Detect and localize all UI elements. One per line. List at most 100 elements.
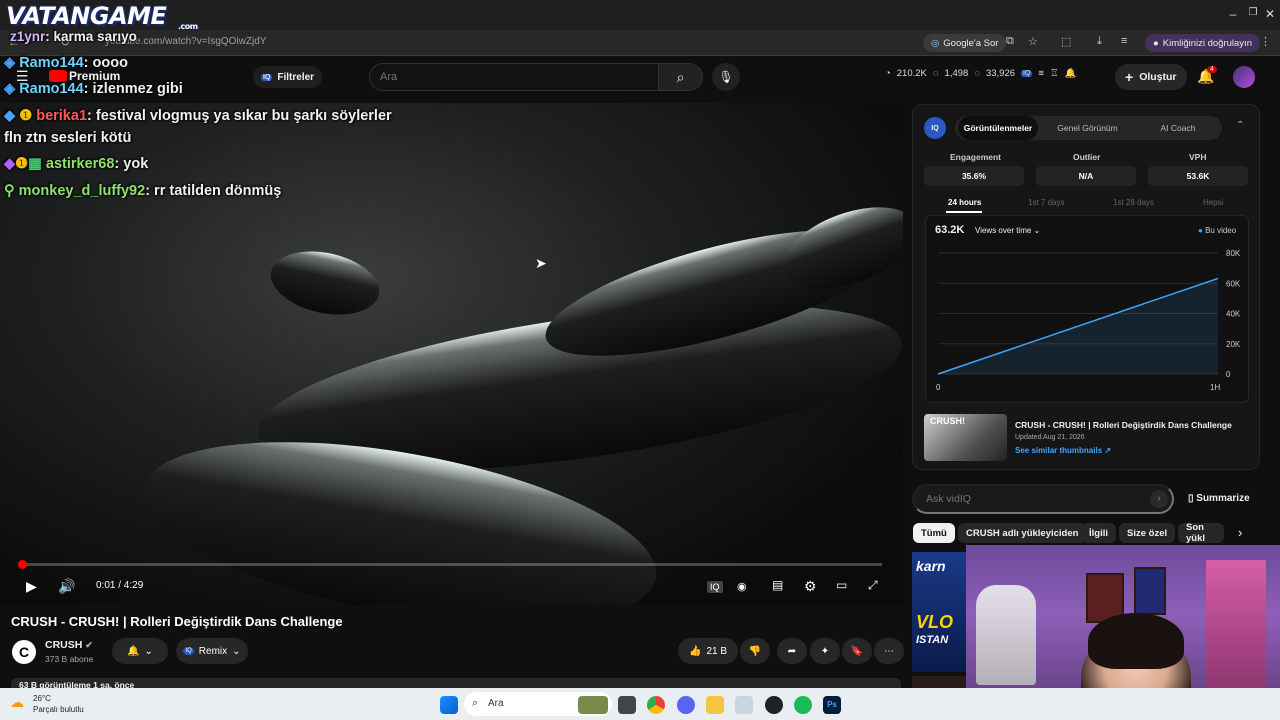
channel-avatar[interactable]: C	[12, 640, 36, 664]
dislike-button[interactable]: 👎	[740, 638, 770, 664]
collapse-chevron-icon[interactable]: ⌃	[1236, 120, 1244, 131]
filters-button[interactable]: IQ Filtreler	[253, 66, 323, 88]
views-chart: 63.2K Views over time ⌄ ● Bu video 80K 60…	[925, 215, 1249, 403]
tab-ai-coach[interactable]: AI Coach	[1138, 116, 1218, 140]
channel-name-row[interactable]: CRUSH ✔	[45, 639, 93, 651]
subscribed-bell-button[interactable]: 🔔 ⌄	[112, 638, 168, 664]
channel-name[interactable]: CRUSH	[45, 639, 82, 651]
install-icon[interactable]: ⧉	[1006, 35, 1014, 48]
hair-shape	[1088, 613, 1184, 669]
chip-recent[interactable]: Son yükl	[1178, 523, 1224, 543]
maximize-icon[interactable]: ❐	[1245, 7, 1261, 18]
progress-scrubber[interactable]	[18, 560, 27, 569]
create-button[interactable]: + Oluştur	[1115, 64, 1187, 90]
stat-likes: 33,926	[985, 68, 1016, 79]
chip-for-you[interactable]: Size özel	[1119, 523, 1176, 543]
range-24h[interactable]: 24 hours	[948, 198, 981, 207]
remix-button[interactable]: IQ Remix ⌄	[176, 638, 248, 664]
bell-small-icon[interactable]: 🔔	[1065, 68, 1077, 79]
app-icon[interactable]	[735, 696, 753, 714]
chat-message: : rr tatilden dönmüş	[145, 183, 282, 199]
chat-line: ◆❶▦ astirker68: yok	[4, 156, 148, 172]
weather-widget[interactable]: 26°C Parçalı bulutlu	[33, 693, 84, 715]
chat-message: : yok	[114, 156, 149, 172]
more-actions-button[interactable]: ⋯	[874, 638, 904, 664]
verify-identity-button[interactable]: ● Kimliğinizi doğrulayın	[1145, 34, 1260, 52]
chat-line: z1ynr: karma sarıyo	[10, 29, 137, 44]
google-ask-button[interactable]: ◎ Google'a Sor	[923, 34, 1007, 52]
share-button[interactable]: ➦	[777, 638, 807, 664]
taskbar-search-label: Ara	[488, 698, 504, 709]
gift-badge-icon: ❶	[19, 108, 37, 124]
settings-gear-icon[interactable]: ⚙	[804, 578, 817, 595]
theater-mode-icon[interactable]: ▭	[836, 578, 847, 592]
badge-icon: ◆	[4, 156, 16, 172]
voice-search-button[interactable]: 🎙	[712, 63, 740, 91]
extensions-icon[interactable]: ⬚	[1061, 35, 1071, 48]
chat-line: ◈ Ramo144: oooo	[4, 55, 128, 71]
remix-label: Remix	[198, 645, 228, 657]
video-player[interactable]	[0, 103, 903, 605]
range-28d[interactable]: 1st 28 days	[1113, 198, 1154, 207]
volume-icon[interactable]: 🔊	[58, 578, 75, 595]
save-button[interactable]: 🔖	[842, 638, 872, 664]
chip-from-uploader[interactable]: CRUSH adlı yükleyiciden	[958, 523, 1087, 543]
account-avatar[interactable]	[1233, 66, 1255, 88]
y-tick-label: 40K	[1226, 310, 1241, 319]
recommended-thumbnail-2[interactable]	[912, 676, 968, 688]
pause-toggle-icon[interactable]: ◉	[737, 580, 747, 593]
photoshop-icon[interactable]: Ps	[823, 696, 841, 714]
range-7d[interactable]: 1st 7 days	[1028, 198, 1064, 207]
like-button[interactable]: 👍 21 B	[678, 638, 738, 664]
minimize-icon[interactable]: –	[1225, 7, 1241, 21]
metric-value-outlier: N/A	[1036, 166, 1136, 186]
video-title: CRUSH - CRUSH! | Rolleri Değiştirdik Dan…	[11, 614, 343, 629]
vidiq-player-icon[interactable]: IQ	[707, 581, 723, 593]
rec-thumb-bottom: VLO	[916, 612, 954, 632]
obs-icon[interactable]	[765, 696, 783, 714]
spotify-icon[interactable]	[794, 696, 812, 714]
similar-thumbnails-link[interactable]: See similar thumbnails ↗	[1015, 446, 1111, 455]
list-icon[interactable]: ≡	[1038, 68, 1044, 79]
windows-start-icon[interactable]	[440, 696, 458, 714]
trophy-icon[interactable]: ♖	[1050, 68, 1059, 79]
chip-all[interactable]: Tümü	[913, 523, 955, 543]
summarize-button[interactable]: ▯ Summarize	[1188, 493, 1250, 504]
tab-views[interactable]: Görüntülenmeler	[958, 116, 1038, 140]
chrome-icon[interactable]	[647, 696, 665, 714]
tab-overview[interactable]: Genel Görünüm	[1045, 116, 1130, 140]
badge-icon: ◈	[4, 55, 20, 71]
ask-vidiq-input[interactable]	[912, 484, 1174, 514]
play-icon[interactable]: ▶	[26, 578, 37, 595]
vidiq-toolbar-icon[interactable]: IQ	[1021, 70, 1033, 77]
menu-kebab-icon[interactable]: ⋮	[1260, 35, 1271, 48]
metric-value-vph: 53.6K	[1148, 166, 1248, 186]
google-ask-label: Google'a Sor	[943, 37, 999, 49]
range-all[interactable]: Hepsi	[1203, 198, 1223, 207]
download-icon[interactable]: ⤓	[1097, 35, 1102, 48]
send-arrow-icon[interactable]: ›	[1150, 490, 1168, 508]
search-input[interactable]	[369, 63, 659, 91]
discord-icon[interactable]	[677, 696, 695, 714]
fullscreen-icon[interactable]: ⤢	[868, 578, 878, 593]
chip-related[interactable]: İlgili	[1081, 523, 1116, 543]
mouse-cursor-icon: ➤	[535, 255, 547, 271]
video-thumbnail[interactable]: CRUSH!	[924, 414, 1007, 461]
task-view-icon[interactable]	[618, 696, 636, 714]
card-title[interactable]: CRUSH - CRUSH! | Rolleri Değiştirdik Dan…	[1015, 420, 1232, 430]
recommended-thumbnail[interactable]: karn VLO ISTAN	[912, 552, 968, 672]
weather-icon: ☁	[10, 694, 24, 710]
bookmark-star-icon[interactable]: ☆	[1028, 35, 1038, 48]
file-explorer-icon[interactable]	[706, 696, 724, 714]
comments-icon: ◌	[932, 68, 939, 79]
ask-ai-button[interactable]: ✦	[810, 638, 840, 664]
subtitles-icon[interactable]: ▤	[772, 578, 783, 592]
reading-list-icon[interactable]: ≡	[1121, 35, 1127, 47]
close-icon[interactable]: ✕	[1262, 7, 1278, 21]
create-label: Oluştur	[1139, 71, 1177, 83]
search-button[interactable]: ⌕	[659, 63, 703, 91]
filters-label: Filtreler	[277, 71, 315, 83]
chips-next-icon[interactable]: ›	[1238, 525, 1242, 540]
badge-icon: ⚲	[4, 183, 19, 199]
progress-bar[interactable]	[22, 563, 882, 566]
